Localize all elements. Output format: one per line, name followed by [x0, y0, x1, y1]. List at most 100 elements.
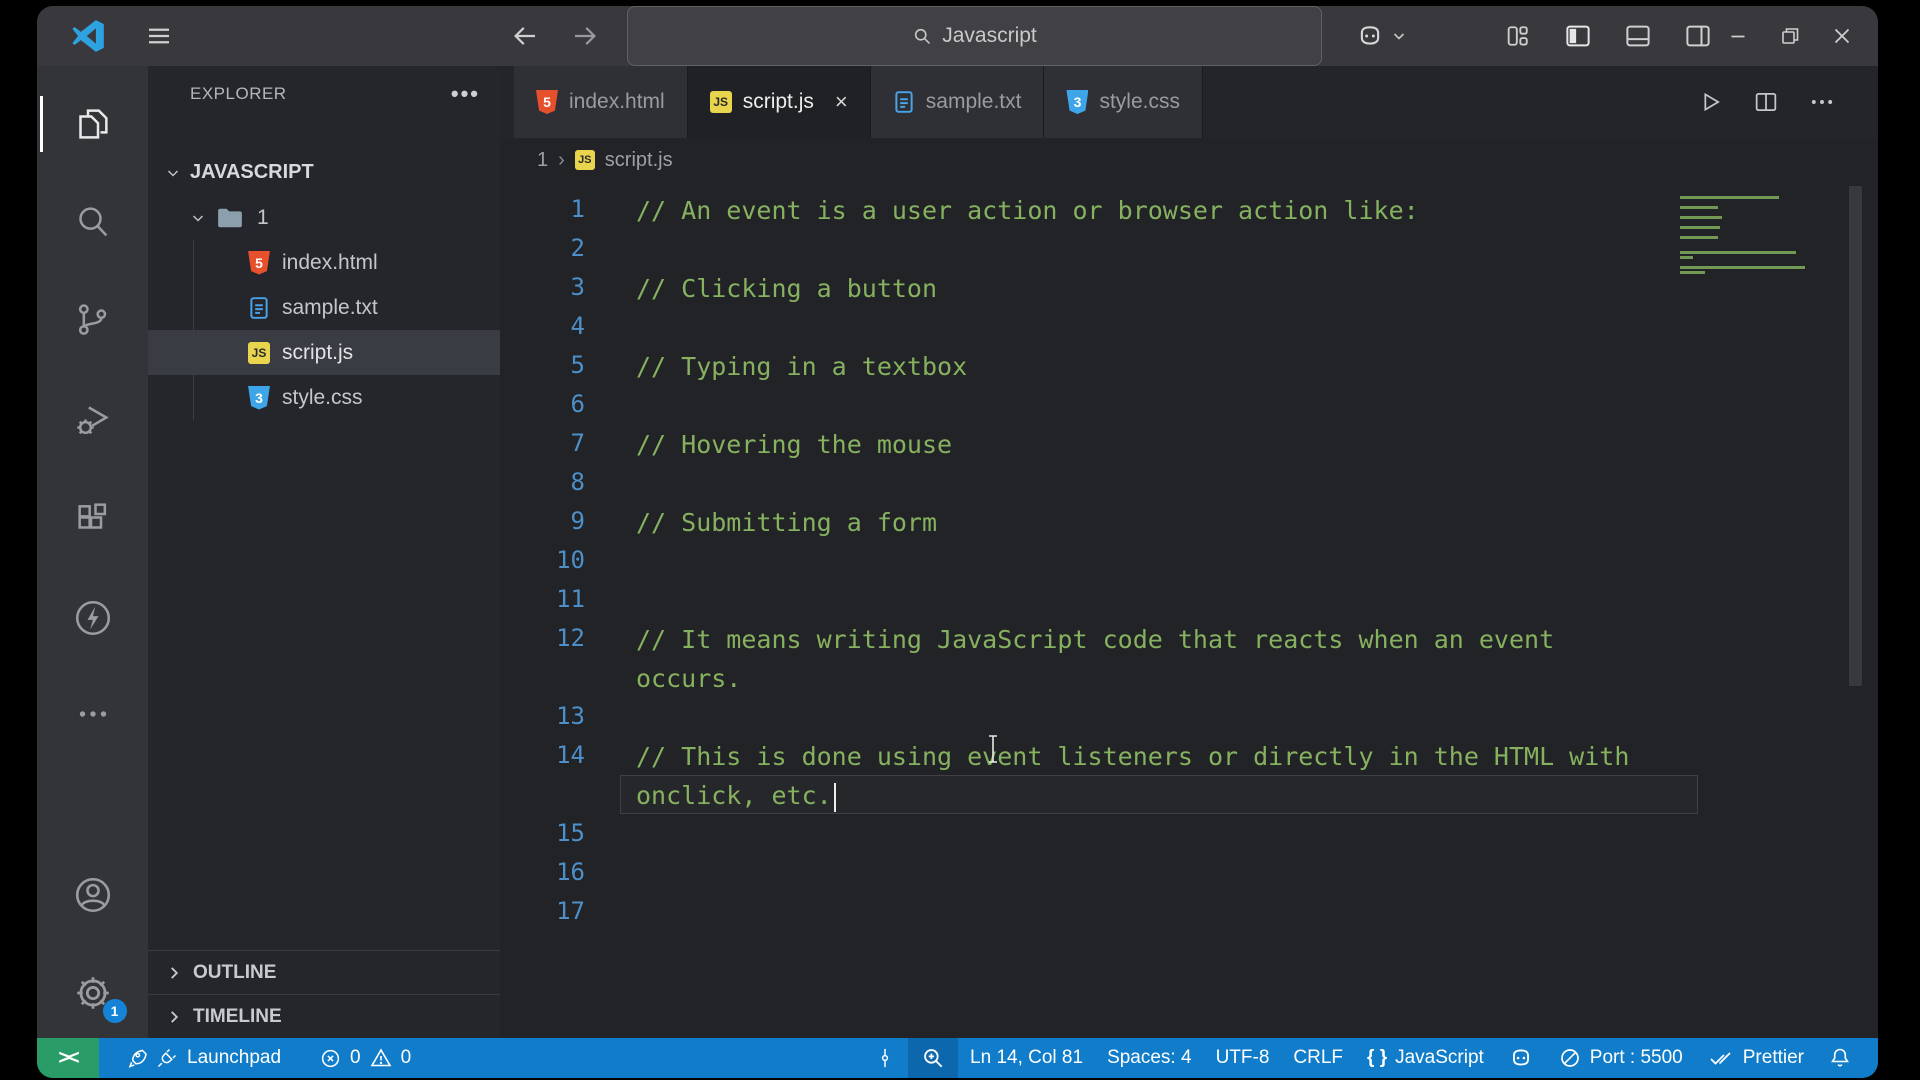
status-item-eol[interactable]: CRLF — [1281, 1038, 1355, 1078]
line-number[interactable]: 6 — [500, 385, 585, 424]
split-editor-icon[interactable] — [1752, 88, 1780, 116]
line-number[interactable]: 8 — [500, 463, 585, 502]
outline-section[interactable]: OUTLINE — [148, 950, 500, 994]
line-number[interactable]: 16 — [500, 853, 585, 892]
code-row[interactable]: 15 — [500, 814, 1878, 853]
status-item-indentation[interactable]: Spaces: 4 — [1095, 1038, 1204, 1078]
minimize-icon[interactable] — [1719, 17, 1757, 55]
line-number[interactable]: 2 — [500, 229, 585, 268]
code-row[interactable]: 1 // An event is a user action or browser… — [500, 190, 1878, 229]
sidebar-item-more[interactable] — [37, 676, 148, 752]
line-number[interactable]: 15 — [500, 814, 585, 853]
status-item-live-server-port[interactable]: Port : 5500 — [1546, 1038, 1695, 1078]
toggle-panel-icon[interactable] — [1619, 17, 1657, 55]
line-number[interactable] — [500, 775, 585, 814]
workspace-root[interactable]: JAVASCRIPT — [148, 150, 500, 195]
vertical-scrollbar[interactable] — [1849, 186, 1862, 686]
sidebar-item-run-debug[interactable] — [37, 382, 148, 458]
tab-index-html[interactable]: 5 index.html — [514, 66, 688, 138]
line-number[interactable]: 13 — [500, 697, 585, 736]
code-line-text[interactable] — [620, 385, 1698, 424]
command-center-search[interactable]: Javascript — [627, 6, 1322, 66]
folder-row[interactable]: 1 — [148, 195, 500, 240]
run-icon[interactable] — [1696, 88, 1724, 116]
launchpad-button[interactable]: Launchpad — [111, 1038, 293, 1078]
restore-icon[interactable] — [1771, 17, 1809, 55]
settings-button[interactable]: 1 — [37, 955, 148, 1031]
sidebar-item-explorer[interactable] — [37, 86, 148, 162]
toggle-secondary-sidebar-icon[interactable] — [1679, 17, 1717, 55]
tab-sample-txt[interactable]: sample.txt — [870, 66, 1045, 138]
breadcrumb-file[interactable]: script.js — [605, 149, 673, 172]
antenna-icon-item[interactable] — [862, 1038, 908, 1078]
code-line-text[interactable]: // Submitting a form — [620, 502, 1698, 541]
code-row[interactable]: onclick, etc. — [500, 775, 1878, 814]
code-row[interactable]: 2 — [500, 229, 1878, 268]
code-row[interactable]: 16 — [500, 853, 1878, 892]
line-number[interactable]: 17 — [500, 892, 585, 931]
code-line-text[interactable]: // This is done using event listeners or… — [620, 736, 1698, 775]
remote-indicator[interactable]: >< — [37, 1038, 99, 1078]
line-number[interactable] — [500, 658, 585, 697]
code-line-text[interactable]: // Typing in a textbox — [620, 346, 1698, 385]
line-number[interactable]: 4 — [500, 307, 585, 346]
status-item-prettier[interactable]: Prettier — [1695, 1038, 1816, 1078]
status-item-cursor-position[interactable]: Ln 14, Col 81 — [958, 1038, 1095, 1078]
copilot-menu[interactable] — [1355, 6, 1407, 66]
close-icon[interactable] — [1823, 17, 1861, 55]
file-row-index-html[interactable]: 5 index.html — [148, 240, 500, 285]
file-row-sample-txt[interactable]: sample.txt — [148, 285, 500, 330]
sidebar-item-extensions[interactable] — [37, 482, 148, 558]
timeline-section[interactable]: TIMELINE — [148, 994, 500, 1038]
zoom-in-item[interactable] — [908, 1038, 959, 1078]
code-row[interactable]: 7 // Hovering the mouse — [500, 424, 1878, 463]
code-line-text[interactable] — [620, 541, 1698, 580]
status-item-notifications[interactable] — [1816, 1038, 1864, 1078]
line-number[interactable]: 11 — [500, 580, 585, 619]
file-row-style-css[interactable]: 3 style.css — [148, 375, 500, 420]
code-line-text[interactable] — [620, 463, 1698, 502]
code-line-text[interactable] — [620, 229, 1698, 268]
menu-icon[interactable] — [139, 6, 179, 66]
code-line-text[interactable] — [620, 892, 1698, 931]
code-line-text[interactable] — [620, 697, 1698, 736]
line-number[interactable]: 3 — [500, 268, 585, 307]
code-line-text[interactable]: // It means writing JavaScript code that… — [620, 619, 1698, 658]
code-row[interactable]: 14 // This is done using event listeners … — [500, 736, 1878, 775]
code-row[interactable]: 8 — [500, 463, 1878, 502]
more-actions-icon[interactable] — [1808, 88, 1836, 116]
line-number[interactable]: 1 — [500, 190, 585, 229]
code-line-text[interactable] — [620, 853, 1698, 892]
code-line-text[interactable]: // Hovering the mouse — [620, 424, 1698, 463]
sidebar-item-search[interactable] — [37, 184, 148, 260]
explorer-more-actions-icon[interactable]: ••• — [451, 81, 480, 107]
code-row[interactable]: 13 — [500, 697, 1878, 736]
status-item-language-mode[interactable]: { } JavaScript — [1355, 1038, 1496, 1078]
code-row[interactable]: occurs. — [500, 658, 1878, 697]
code-row[interactable]: 3 // Clicking a button — [500, 268, 1878, 307]
go-back-button[interactable] — [507, 18, 543, 54]
line-number[interactable]: 14 — [500, 736, 585, 775]
go-forward-button[interactable] — [567, 18, 603, 54]
problems-indicator[interactable]: 0 0 — [307, 1038, 423, 1078]
line-number[interactable]: 7 — [500, 424, 585, 463]
toggle-primary-sidebar-icon[interactable] — [1559, 17, 1597, 55]
tab-script-js[interactable]: JS script.js × — [687, 66, 871, 138]
code-line-text[interactable]: // Clicking a button — [620, 268, 1698, 307]
code-line-text[interactable]: occurs. — [620, 658, 1698, 697]
code-row[interactable]: 17 — [500, 892, 1878, 931]
tab-style-css[interactable]: 3 style.css — [1044, 66, 1203, 138]
minimap[interactable] — [1680, 196, 1820, 291]
breadcrumb[interactable]: 1 › JS script.js — [500, 138, 1878, 182]
code-area[interactable]: 1 // An event is a user action or browser… — [500, 182, 1878, 1038]
code-row[interactable]: 12 // It means writing JavaScript code th… — [500, 619, 1878, 658]
code-row[interactable]: 4 — [500, 307, 1878, 346]
accounts-button[interactable] — [37, 857, 148, 933]
customize-layout-icon[interactable] — [1499, 17, 1537, 55]
code-line-text[interactable] — [620, 580, 1698, 619]
code-row[interactable]: 11 — [500, 580, 1878, 619]
close-tab-icon[interactable]: × — [835, 89, 848, 115]
file-row-script-js[interactable]: JS script.js — [148, 330, 500, 375]
line-number[interactable]: 10 — [500, 541, 585, 580]
status-item-copilot[interactable] — [1496, 1038, 1546, 1078]
